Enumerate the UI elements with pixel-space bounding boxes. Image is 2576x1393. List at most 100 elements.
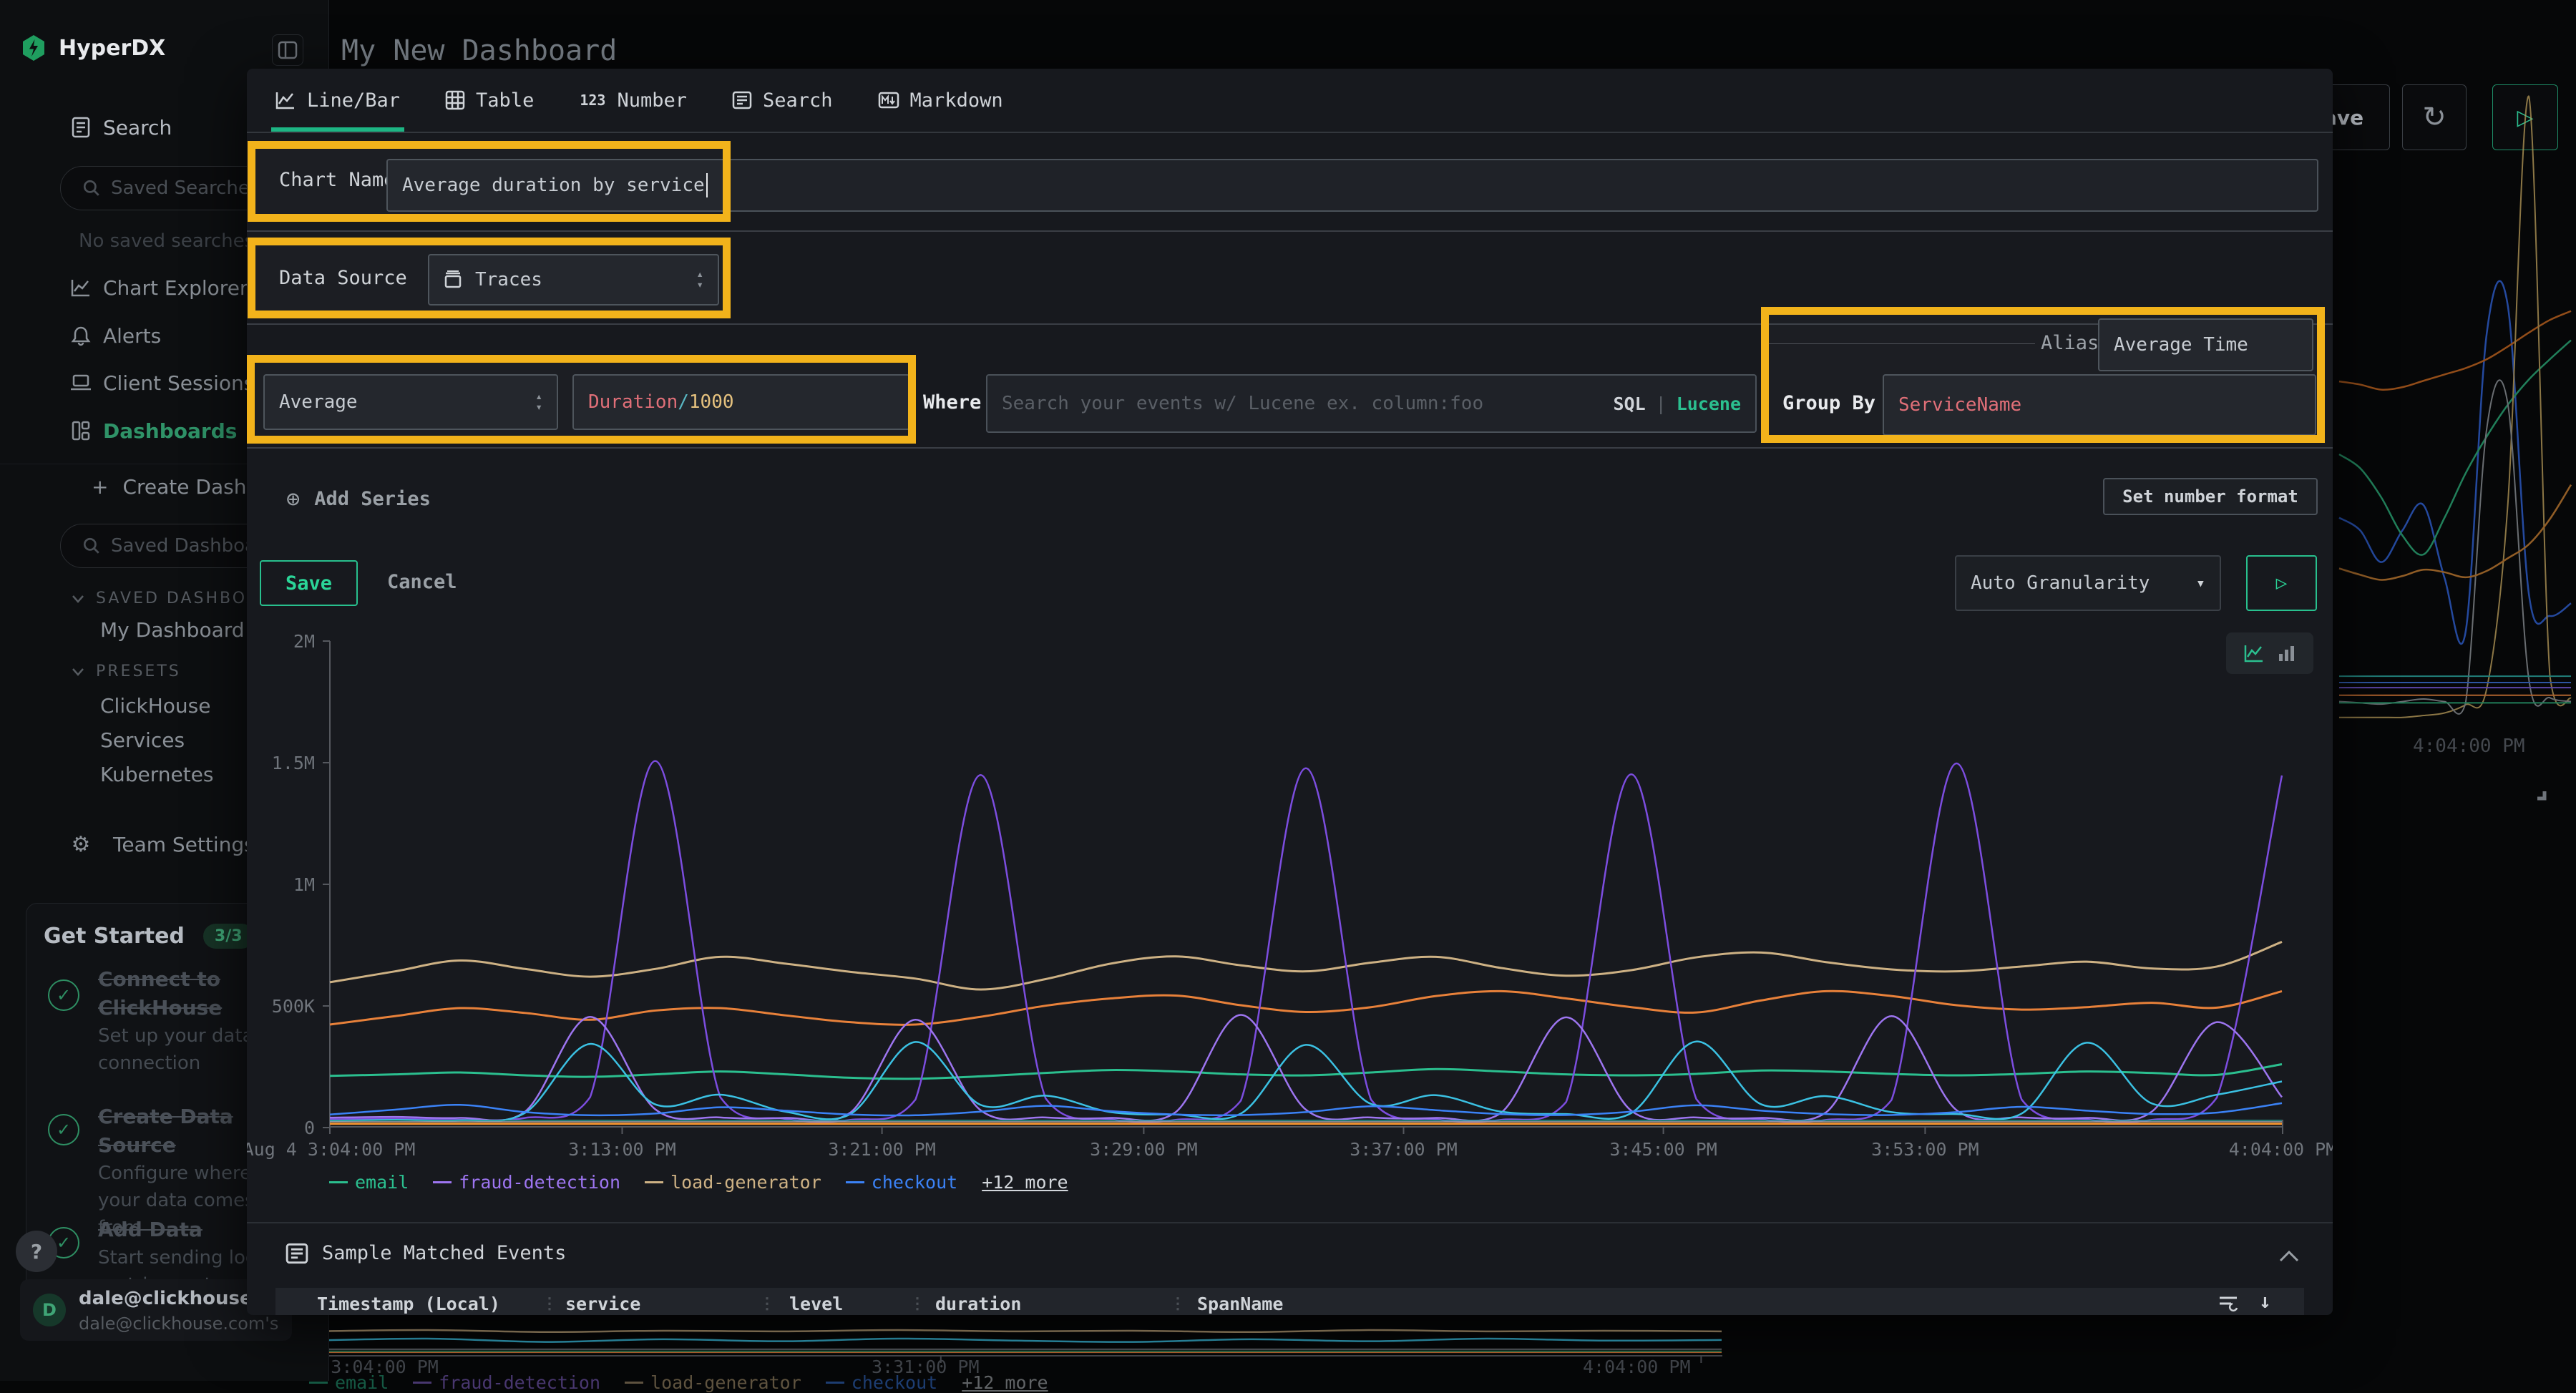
avatar: D — [33, 1294, 66, 1326]
list-icon — [733, 92, 751, 109]
where-search-input[interactable]: Search your events w/ Lucene ex. column:… — [986, 374, 1757, 433]
table-icon — [446, 91, 464, 109]
sidebar-item-kubernetes[interactable]: Kubernetes — [100, 763, 214, 786]
column-separator: ⋮ — [909, 1295, 925, 1313]
legend-label: email — [355, 1172, 409, 1193]
collapse-sidebar-button[interactable] — [272, 34, 303, 66]
save-button[interactable]: Save — [260, 560, 358, 606]
alias-input[interactable]: Average Time — [2098, 318, 2313, 371]
chart-line-icon — [70, 278, 92, 297]
background-chart-tick: 4:04:00 PM — [1583, 1357, 1691, 1377]
data-source-select[interactable]: Traces ▴▾ — [428, 254, 719, 306]
chevron-down-icon: ▾ — [2196, 575, 2205, 592]
column-header[interactable]: SpanName — [1197, 1294, 1283, 1314]
x-axis: Aug 4 3:04:00 PM3:13:00 PM3:21:00 PM3:29… — [329, 1139, 2283, 1163]
legend-item[interactable]: checkout — [826, 1372, 937, 1393]
filter-icon[interactable] — [2218, 1295, 2238, 1312]
legend-item[interactable]: email — [329, 1172, 409, 1193]
row-divider — [247, 323, 2333, 325]
background-chart-legend: emailfraud-detectionload-generatorchecko… — [309, 1372, 1048, 1393]
data-source-label: Data Source — [279, 267, 407, 289]
row-divider — [247, 1222, 2333, 1223]
no-saved-searches-text: No saved searches — [79, 230, 254, 252]
legend-item[interactable]: fraud-detection — [433, 1172, 620, 1193]
x-axis-tick: 4:04:00 PM — [2229, 1139, 2333, 1160]
query-language-toggle[interactable]: SQL | Lucene — [1613, 394, 1741, 414]
y-axis-tick: 1.5M — [247, 753, 315, 773]
chart-name-label: Chart Name — [279, 169, 396, 191]
chevron-down-icon — [72, 595, 84, 603]
collapse-panel-icon — [278, 41, 297, 59]
x-axis-tick: Aug 4 3:04:00 PM — [247, 1139, 415, 1160]
row-divider — [247, 132, 2333, 133]
legend-dash-icon — [433, 1181, 452, 1183]
legend-item[interactable]: checkout — [846, 1172, 957, 1193]
alias-label: Alias — [2041, 332, 2099, 354]
chart-editor-modal: Line/Bar Table 123 Number Search Markdow… — [247, 69, 2333, 1315]
cancel-button[interactable]: Cancel — [387, 571, 457, 593]
set-number-format-button[interactable]: Set number format — [2103, 478, 2318, 515]
column-header[interactable]: Timestamp (Local) — [317, 1294, 500, 1314]
legend-item[interactable]: load-generator — [645, 1172, 821, 1193]
field-expression-input[interactable]: Duration/1000 — [572, 374, 910, 430]
legend-label: load-generator — [650, 1372, 801, 1393]
tab-search[interactable]: Search — [733, 69, 833, 132]
alias-connector-line — [1762, 343, 2035, 344]
check-circle-icon: ✓ — [48, 1114, 79, 1145]
legend-item[interactable]: fraud-detection — [413, 1372, 600, 1393]
tab-table[interactable]: Table — [446, 69, 534, 132]
timeseries-chart[interactable] — [329, 641, 2283, 1128]
x-axis-tick: 3:21:00 PM — [828, 1139, 936, 1160]
background-chart-right — [2338, 92, 2572, 728]
legend-dash-icon — [329, 1181, 348, 1183]
group-by-label: Group By — [1782, 392, 1875, 414]
download-icon[interactable]: ↓ — [2259, 1289, 2271, 1313]
logo[interactable]: HyperDX — [20, 33, 165, 63]
row-divider — [247, 447, 2333, 449]
legend-label: checkout — [872, 1172, 957, 1193]
legend-more-link[interactable]: +12 more — [962, 1372, 1048, 1393]
chart-legend: email fraud-detection load-generator checko… — [329, 1172, 1068, 1193]
legend-item[interactable]: load-generator — [625, 1372, 801, 1393]
legend-label: checkout — [852, 1372, 937, 1393]
select-chevrons-icon: ▴▾ — [696, 269, 703, 290]
legend-label: load-generator — [670, 1172, 821, 1193]
granularity-select[interactable]: Auto Granularity ▾ — [1955, 555, 2221, 611]
hyperdx-logo-icon — [20, 33, 47, 63]
tab-line-bar[interactable]: Line/Bar — [275, 69, 400, 132]
column-header[interactable]: duration — [935, 1294, 1021, 1314]
where-label: Where — [923, 391, 981, 414]
tab-number[interactable]: 123 Number — [580, 69, 687, 132]
legend-dash-icon — [625, 1382, 643, 1384]
sidebar-item-my-dashboard[interactable]: My Dashboard — [100, 618, 245, 642]
aggregation-select[interactable]: Average ▴▾ — [263, 374, 558, 430]
help-button[interactable]: ? — [16, 1231, 57, 1272]
legend-dash-icon — [826, 1382, 844, 1384]
column-header[interactable]: level — [789, 1294, 843, 1314]
tab-markdown[interactable]: Markdown — [879, 69, 1003, 132]
plus-icon: + — [92, 475, 108, 499]
text-cursor — [706, 173, 708, 197]
y-axis-tick: 1M — [247, 874, 315, 895]
magnifier-icon — [82, 537, 101, 555]
collapse-section-icon[interactable] — [2279, 1251, 2299, 1262]
x-axis-tick: 3:53:00 PM — [1871, 1139, 1979, 1160]
resize-handle-icon[interactable] — [2533, 787, 2546, 800]
add-series-button[interactable]: ⊕ Add Series — [286, 485, 431, 512]
chart-type-tabs: Line/Bar Table 123 Number Search Markdow… — [275, 69, 1003, 132]
sample-events-table-header: Timestamp (Local) ⋮ service ⋮ level ⋮ du… — [275, 1288, 2304, 1315]
column-separator: ⋮ — [1170, 1295, 1186, 1313]
run-query-button[interactable]: ▷ — [2246, 555, 2317, 611]
background-chart-bottom — [309, 1321, 1722, 1357]
x-axis-tick: 3:45:00 PM — [1609, 1139, 1717, 1160]
number-123-icon: 123 — [580, 92, 605, 109]
search-results-icon — [70, 117, 92, 138]
group-by-input[interactable]: ServiceName — [1883, 374, 2316, 436]
chart-name-input[interactable]: Average duration by service — [386, 159, 2318, 212]
sidebar-item-services[interactable]: Services — [100, 728, 185, 752]
legend-more-link[interactable]: +12 more — [982, 1172, 1068, 1193]
sidebar-item-clickhouse[interactable]: ClickHouse — [100, 694, 210, 718]
legend-label: fraud-detection — [459, 1172, 620, 1193]
column-header[interactable]: service — [565, 1294, 640, 1314]
presets-section-header[interactable]: PRESETS — [72, 663, 181, 680]
